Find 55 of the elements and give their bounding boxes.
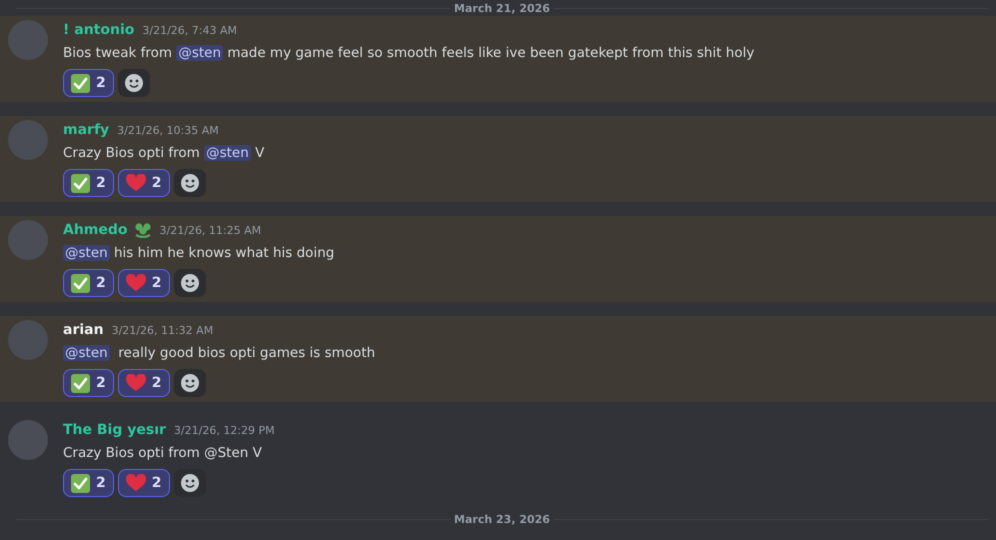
smiley-icon [180, 474, 198, 492]
add-reaction-button[interactable] [118, 69, 150, 97]
check-mark-emoji-icon [71, 74, 90, 92]
add-reaction-button[interactable] [174, 369, 206, 397]
smiley-icon [180, 174, 198, 192]
timestamp: 3/21/26, 11:32 AM [112, 324, 214, 336]
avatar [8, 220, 48, 260]
clover-role-icon [134, 222, 152, 238]
date-divider-label: March 23, 2026 [453, 512, 551, 526]
check-mark-emoji-icon [71, 474, 90, 492]
reaction-button[interactable]: 2 [118, 369, 170, 397]
avatar [8, 120, 48, 160]
reaction-button[interactable]: 2 [63, 369, 114, 397]
reaction-button[interactable]: 2 [118, 269, 170, 297]
reaction-button[interactable]: 2 [118, 469, 170, 497]
mention-link[interactable]: @sten [204, 145, 251, 161]
avatar [8, 20, 48, 60]
heart-emoji-icon [126, 274, 146, 292]
username[interactable]: The Big yesır [63, 422, 166, 438]
username[interactable]: arian [63, 322, 104, 338]
add-reaction-button[interactable] [174, 169, 206, 197]
heart-emoji-icon [126, 474, 146, 492]
message-text: @sten his him he knows what his doing [63, 244, 334, 263]
username[interactable]: marfy [63, 122, 110, 138]
timestamp: 3/21/26, 7:43 AM [142, 24, 237, 36]
heart-emoji-icon [126, 374, 146, 392]
message-text: Crazy Bios opti from @Sten V [63, 444, 263, 463]
reaction-button[interactable]: 2 [118, 169, 170, 197]
add-reaction-button[interactable] [174, 269, 206, 297]
username[interactable]: ! antonio [63, 22, 134, 38]
check-mark-emoji-icon [71, 174, 90, 192]
add-reaction-button[interactable] [174, 469, 206, 497]
smiley-icon [180, 374, 198, 392]
message-text: Bios tweak from @sten made my game feel so smooth feels like ive been gatekept from this shit holy [63, 44, 754, 63]
reaction-button[interactable]: 2 [63, 269, 114, 297]
avatar [8, 420, 48, 460]
mention-link[interactable]: @sten [176, 45, 224, 61]
message-text: @sten really good bios opti games is smooth [63, 344, 376, 363]
timestamp: 3/21/26, 10:35 AM [117, 124, 219, 136]
heart-emoji-icon [126, 174, 146, 192]
check-mark-emoji-icon [71, 374, 90, 392]
username[interactable]: Ahmedo [63, 222, 128, 238]
smiley-icon [124, 74, 143, 92]
reaction-button[interactable]: 2 [63, 469, 114, 497]
check-mark-emoji-icon [71, 274, 90, 292]
reaction-button[interactable]: 2 [63, 169, 114, 197]
date-divider-label: March 21, 2026 [453, 2, 551, 14]
mention-link[interactable]: @sten [63, 245, 110, 261]
avatar [8, 320, 48, 360]
reaction-button[interactable]: 2 [63, 69, 114, 97]
timestamp: 3/21/26, 11:25 AM [160, 224, 262, 236]
smiley-icon [180, 274, 198, 292]
timestamp: 3/21/26, 12:29 PM [174, 424, 275, 436]
message-text: Crazy Bios opti from @sten V [63, 144, 264, 163]
mention-link[interactable]: @sten [63, 345, 110, 361]
